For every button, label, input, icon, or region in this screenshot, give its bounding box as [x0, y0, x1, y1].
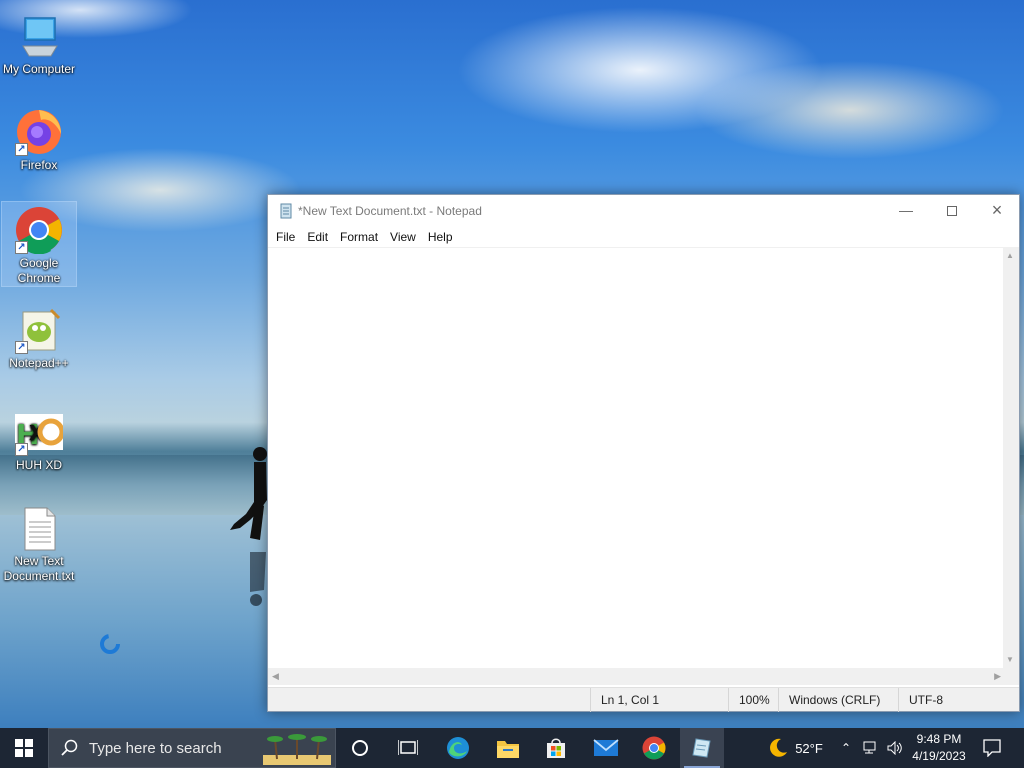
taskbar-mail[interactable]: [584, 728, 628, 768]
text-editor-area[interactable]: [268, 247, 1005, 668]
clock-time: 9:48 PM: [916, 732, 962, 746]
desktop-icon-label: Firefox: [20, 158, 58, 172]
wallpaper-runner-silhouette: [230, 447, 267, 606]
start-button[interactable]: [0, 728, 48, 768]
chevron-up-icon: ⌃: [840, 741, 852, 755]
notification-icon: [983, 739, 1001, 757]
show-hidden-icons-button[interactable]: ⌃: [836, 728, 856, 768]
window-title: *New Text Document.txt - Notepad: [298, 204, 482, 218]
volume-button[interactable]: [884, 728, 906, 768]
desktop-icon-new-text-document[interactable]: New Text Document.txt: [2, 500, 76, 584]
status-bar: Ln 1, Col 1 100% Windows (CRLF) UTF-8: [268, 687, 1019, 712]
taskbar: Type here to search 52°F ⌃ 9:48 PM 4/19/…: [0, 728, 1024, 768]
system-clock[interactable]: 9:48 PM 4/19/2023: [908, 731, 970, 765]
vertical-scrollbar[interactable]: ▲ ▼: [1003, 247, 1019, 668]
menu-help[interactable]: Help: [422, 227, 459, 247]
scrollbar-corner: [1003, 668, 1019, 685]
search-highlight-palm-trees-icon: [263, 734, 331, 765]
search-placeholder: Type here to search: [89, 739, 222, 757]
close-icon: ×: [991, 200, 1003, 220]
menu-format[interactable]: Format: [334, 227, 384, 247]
network-icon: [863, 741, 876, 754]
scroll-right-icon[interactable]: ▶: [994, 671, 1001, 682]
desktop-icon-huh-xd[interactable]: H X ↗ HUH XD: [2, 404, 76, 473]
desktop-icon-firefox[interactable]: ↗ Firefox: [2, 104, 76, 173]
busy-cursor-icon: [100, 634, 120, 654]
chrome-icon: ↗: [15, 206, 63, 255]
maximize-icon: [947, 206, 957, 217]
mail-icon: [593, 739, 619, 756]
menu-view[interactable]: View: [384, 227, 422, 247]
menu-file[interactable]: File: [270, 227, 301, 247]
scroll-up-icon[interactable]: ▲: [1006, 251, 1014, 260]
computer-icon: [15, 12, 63, 60]
notepad-plus-plus-icon: ↗: [15, 306, 63, 354]
close-button[interactable]: ×: [974, 195, 1020, 225]
firefox-icon: ↗: [15, 108, 63, 156]
status-cursor-position: Ln 1, Col 1: [590, 688, 728, 712]
taskbar-microsoft-store[interactable]: [534, 728, 578, 768]
notepad-icon: [280, 203, 292, 219]
shortcut-arrow-icon: ↗: [15, 443, 28, 456]
task-view-button[interactable]: [386, 728, 430, 768]
horizontal-scrollbar[interactable]: ◀ ▶: [268, 668, 1005, 685]
desktop-icon-my-computer[interactable]: My Computer: [2, 8, 76, 77]
status-line-ending: Windows (CRLF): [778, 688, 898, 712]
network-button[interactable]: [860, 728, 882, 768]
notepad-window: *New Text Document.txt - Notepad — × Fil…: [267, 194, 1020, 712]
action-center-button[interactable]: [974, 728, 1010, 768]
status-zoom: 100%: [728, 688, 778, 712]
moon-icon: [770, 738, 788, 757]
cortana-circle-icon: [352, 740, 368, 756]
maximize-button[interactable]: [929, 195, 975, 225]
desktop-icon-label: Notepad++: [9, 356, 69, 370]
notepad-icon: [692, 738, 711, 758]
taskbar-edge[interactable]: [436, 728, 480, 768]
desktop-icon-label: Google Chrome: [17, 256, 61, 285]
search-icon: [61, 739, 78, 756]
weather-temperature: 52°F: [795, 740, 823, 756]
desktop-icon-google-chrome[interactable]: ↗ Google Chrome: [1, 201, 77, 287]
scroll-down-icon[interactable]: ▼: [1006, 655, 1014, 664]
text-file-icon: [15, 504, 63, 552]
desktop-icon-notepad-plus-plus[interactable]: ↗ Notepad++: [2, 302, 76, 371]
weather-widget[interactable]: 52°F: [760, 728, 830, 768]
status-encoding: UTF-8: [898, 688, 1019, 712]
cortana-button[interactable]: [340, 728, 380, 768]
desktop-icon-label: My Computer: [2, 62, 76, 76]
desktop-icon-label: New Text Document.txt: [3, 554, 75, 583]
taskbar-notepad[interactable]: [680, 728, 724, 768]
minimize-button[interactable]: —: [883, 195, 929, 225]
taskbar-file-explorer[interactable]: [486, 728, 530, 768]
chrome-icon: [642, 736, 666, 760]
title-bar[interactable]: *New Text Document.txt - Notepad — ×: [268, 195, 1019, 227]
shortcut-arrow-icon: ↗: [15, 241, 28, 254]
minimize-icon: —: [899, 202, 913, 218]
task-view-icon: [398, 740, 418, 755]
speaker-icon: [887, 741, 902, 755]
store-icon: [547, 738, 565, 758]
huh-xd-icon: H X ↗: [15, 408, 65, 456]
shortcut-arrow-icon: ↗: [15, 143, 28, 156]
edge-icon: [447, 737, 469, 759]
taskbar-search-box[interactable]: Type here to search: [48, 728, 336, 768]
taskbar-chrome[interactable]: [632, 728, 676, 768]
desktop-icon-label: HUH XD: [15, 458, 62, 472]
menu-bar: File Edit Format View Help: [268, 227, 1019, 247]
scroll-left-icon[interactable]: ◀: [272, 671, 279, 682]
folder-icon: [497, 741, 519, 758]
menu-edit[interactable]: Edit: [301, 227, 334, 247]
windows-logo-icon: [15, 739, 33, 757]
clock-date: 4/19/2023: [912, 749, 966, 763]
shortcut-arrow-icon: ↗: [15, 341, 28, 354]
